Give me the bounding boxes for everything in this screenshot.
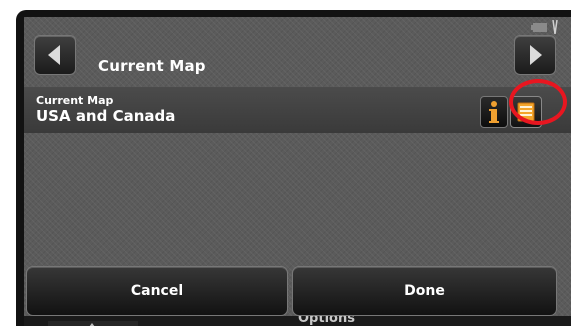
dialog-header: Current Map: [24, 17, 571, 77]
current-map-value: USA and Canada: [36, 107, 176, 125]
background-arrow-icon: [48, 321, 138, 326]
current-map-dialog: Current Map Current Map USA and Canada C…: [24, 17, 571, 326]
background-options-tab: Options: [138, 316, 571, 326]
options-label: Options: [298, 316, 355, 326]
right-arrow-icon: [530, 45, 542, 65]
background-menu-arrow: [48, 316, 138, 326]
info-icon: [489, 101, 499, 123]
done-button[interactable]: Done: [292, 266, 557, 316]
cancel-button[interactable]: Cancel: [26, 266, 288, 316]
next-button[interactable]: [514, 35, 556, 75]
map-list-button[interactable]: [510, 96, 542, 128]
current-map-label: Current Map: [36, 94, 114, 107]
device-frame: Current Map Current Map USA and Canada C…: [16, 10, 571, 326]
background-menu-bar: Options: [24, 316, 571, 326]
current-map-row[interactable]: Current Map USA and Canada: [24, 87, 571, 133]
previous-button[interactable]: [34, 35, 76, 75]
left-arrow-icon: [48, 45, 60, 65]
page-title: Current Map: [98, 57, 206, 75]
map-info-button[interactable]: [480, 96, 508, 128]
map-list-icon: [517, 102, 535, 122]
